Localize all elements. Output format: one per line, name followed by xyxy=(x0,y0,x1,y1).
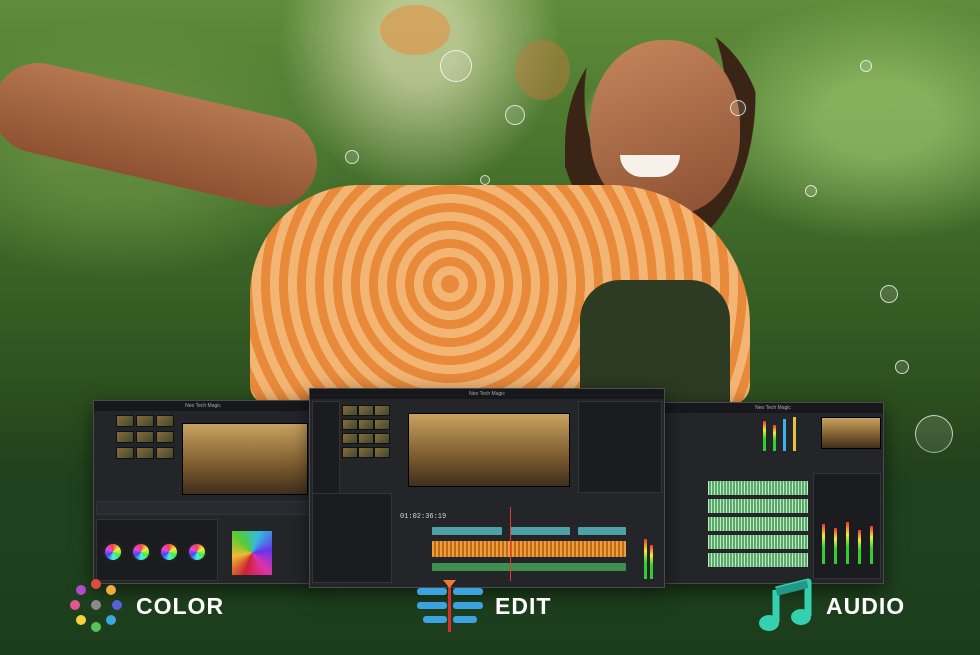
soap-bubble xyxy=(480,175,490,185)
channel-meter xyxy=(846,522,849,564)
level-meter xyxy=(650,545,653,579)
video-clip[interactable] xyxy=(510,527,570,535)
channel-meter xyxy=(858,530,861,564)
level-meter xyxy=(644,539,647,579)
soap-bubble xyxy=(805,185,817,197)
media-thumbnail[interactable] xyxy=(136,415,154,427)
audio-clip[interactable] xyxy=(432,563,626,571)
feature-audio-label: AUDIO xyxy=(826,592,906,619)
soap-bubble xyxy=(895,360,909,374)
audio-window-title: Neo Tech Magic xyxy=(663,403,883,413)
effects-library[interactable] xyxy=(312,493,392,583)
color-viewer[interactable] xyxy=(182,423,308,495)
media-thumbnail[interactable] xyxy=(342,433,358,444)
channel-meter xyxy=(834,528,837,564)
edit-viewer[interactable] xyxy=(408,413,570,487)
video-clip[interactable] xyxy=(578,527,626,535)
color-window-title: Neo Tech Magic xyxy=(94,401,312,411)
channel-meter xyxy=(870,526,873,564)
audio-viewer[interactable] xyxy=(821,417,881,449)
soap-bubble xyxy=(730,100,746,116)
channel-meter xyxy=(822,524,825,564)
media-thumbnail[interactable] xyxy=(358,433,374,444)
level-meter xyxy=(763,421,766,451)
media-thumbnail[interactable] xyxy=(116,431,134,443)
music-note-icon xyxy=(759,578,812,631)
feature-edit-label: EDIT xyxy=(495,592,552,619)
lift-wheel[interactable] xyxy=(103,542,123,562)
edit-page-window: Neo Tech Magic 01:02:36:19 xyxy=(309,388,665,588)
bokeh-light xyxy=(515,40,570,100)
soap-bubble xyxy=(440,50,472,82)
gamma-wheel[interactable] xyxy=(131,542,151,562)
level-meter xyxy=(793,417,796,451)
media-thumbnail[interactable] xyxy=(116,415,134,427)
level-meter xyxy=(773,425,776,451)
feature-color: COLOR xyxy=(68,579,225,632)
media-thumbnail[interactable] xyxy=(136,447,154,459)
vectorscope xyxy=(232,531,272,575)
audio-waveform[interactable] xyxy=(708,481,808,495)
media-thumbnail[interactable] xyxy=(116,447,134,459)
audio-clip[interactable] xyxy=(432,541,626,557)
audio-waveform[interactable] xyxy=(708,553,808,567)
media-thumbnail[interactable] xyxy=(358,405,374,416)
color-dots-icon xyxy=(70,579,122,632)
audio-waveform[interactable] xyxy=(708,535,808,549)
color-wheels-panel xyxy=(96,519,218,581)
media-thumbnail[interactable] xyxy=(342,419,358,430)
gain-wheel[interactable] xyxy=(159,542,179,562)
video-clip[interactable] xyxy=(432,527,502,535)
media-thumbnail[interactable] xyxy=(342,405,358,416)
inspector-panel[interactable] xyxy=(578,401,662,493)
bokeh-light xyxy=(380,5,450,55)
feature-color-label: COLOR xyxy=(136,592,225,619)
media-thumbnail[interactable] xyxy=(156,415,174,427)
edit-timeline-icon xyxy=(417,580,483,632)
media-thumbnail[interactable] xyxy=(374,419,390,430)
color-page-window: Neo Tech Magic xyxy=(93,400,313,584)
media-thumbnail[interactable] xyxy=(374,433,390,444)
audio-waveform[interactable] xyxy=(708,517,808,531)
audio-waveform[interactable] xyxy=(708,499,808,513)
offset-wheel[interactable] xyxy=(187,542,207,562)
feature-audio: AUDIO xyxy=(758,578,906,632)
media-thumbnail[interactable] xyxy=(156,447,174,459)
soap-bubble xyxy=(345,150,359,164)
level-meter xyxy=(783,419,786,451)
media-thumbnail[interactable] xyxy=(374,447,390,458)
media-thumbnail[interactable] xyxy=(374,405,390,416)
clip-strip[interactable] xyxy=(96,501,312,515)
media-thumbnail[interactable] xyxy=(156,431,174,443)
soap-bubble xyxy=(505,105,525,125)
timeline-timecode: 01:02:36:19 xyxy=(400,513,447,521)
media-thumbnail[interactable] xyxy=(358,419,374,430)
soap-bubble xyxy=(880,285,898,303)
media-thumbnail[interactable] xyxy=(136,431,154,443)
playhead[interactable] xyxy=(510,507,511,581)
edit-window-title: Neo Tech Magic xyxy=(310,389,664,399)
soap-bubble xyxy=(860,60,872,72)
feature-edit: EDIT xyxy=(417,580,551,632)
media-thumbnail[interactable] xyxy=(342,447,358,458)
mixer-panel xyxy=(813,473,881,579)
audio-page-window: Neo Tech Magic xyxy=(662,402,884,584)
media-thumbnail[interactable] xyxy=(358,447,374,458)
